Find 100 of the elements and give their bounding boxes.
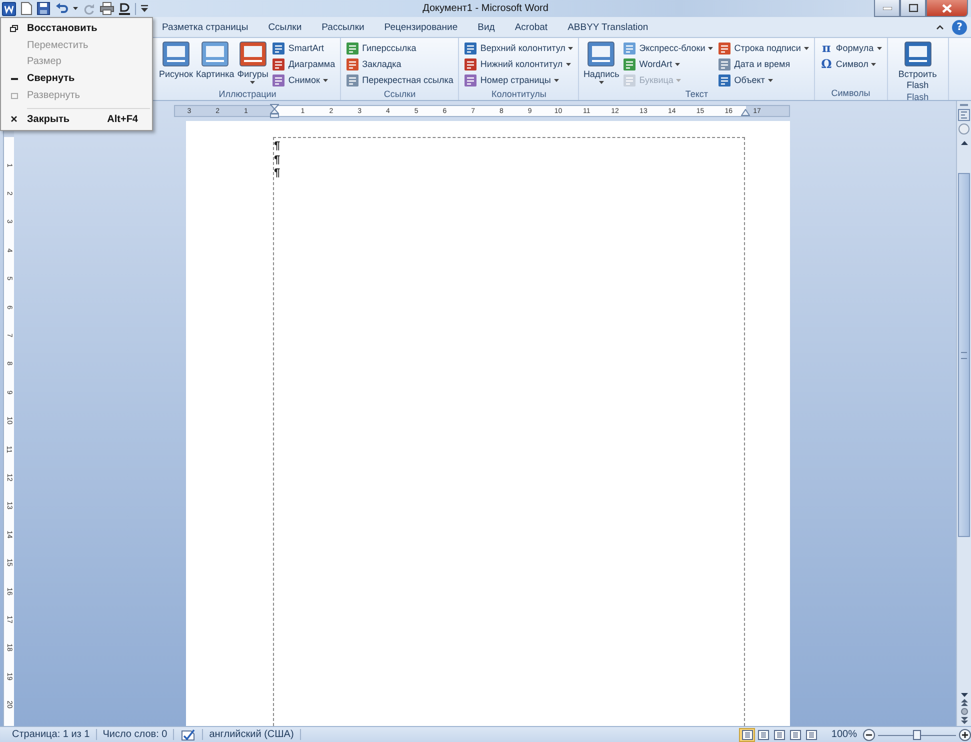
ribbon-button[interactable]: Картинка — [194, 40, 236, 80]
next-page-icon[interactable] — [960, 717, 968, 724]
help-button[interactable]: ? — [952, 20, 967, 34]
caret-icon — [876, 46, 882, 50]
ribbon-button[interactable]: Гиперссылка — [344, 40, 456, 56]
zoom-level[interactable]: 100% — [831, 729, 857, 740]
indent-marker-icon[interactable] — [741, 109, 750, 116]
caret-icon — [768, 78, 773, 82]
caret-icon — [708, 46, 714, 50]
restore-icon — [10, 24, 18, 32]
ribbon-tab[interactable]: Рецензирование — [375, 17, 467, 37]
caret-icon — [250, 81, 256, 84]
paragraph-mark: ¶ — [274, 140, 280, 154]
ribbon-button[interactable]: WordArt — [621, 56, 716, 72]
group-label: Колонтитулы — [490, 88, 548, 101]
close-icon — [942, 4, 952, 12]
menu-item[interactable]: Свернуть — [3, 70, 150, 88]
close-button[interactable] — [926, 0, 968, 17]
ribbon-button[interactable]: Снимок — [270, 72, 338, 88]
previous-page-icon[interactable] — [960, 699, 968, 706]
minimize-button[interactable] — [874, 0, 900, 17]
scroll-up-icon[interactable] — [960, 141, 968, 145]
maximize-button[interactable] — [900, 0, 926, 17]
ribbon-button[interactable]: Дата и время — [716, 56, 811, 72]
indent-marker-icon[interactable] — [270, 104, 279, 118]
ruler-toggle-icon[interactable] — [958, 109, 970, 121]
caret-icon[interactable] — [73, 7, 78, 10]
ribbon-button[interactable]: Нижний колонтитул — [462, 56, 576, 72]
ribbon-tab[interactable]: Ссылки — [259, 17, 311, 37]
ribbon-button[interactable]: Рисунок — [158, 40, 194, 80]
ribbon-button[interactable]: Диаграмма — [270, 56, 338, 72]
new-document-icon[interactable] — [21, 2, 32, 15]
proofing-icon[interactable] — [180, 728, 196, 740]
outline-icon — [790, 730, 801, 740]
print-layout-icon — [742, 730, 753, 740]
app-logo-icon[interactable] — [2, 2, 16, 16]
ribbon-tab[interactable]: Разметка страницы — [153, 17, 258, 37]
minimize-icon — [10, 78, 18, 80]
ribbon-button[interactable]: Закладка — [344, 56, 456, 72]
group-label: Текст — [684, 88, 709, 101]
language-indicator[interactable]: английский (США) — [203, 729, 300, 740]
paragraph-mark: ¶ — [274, 154, 280, 167]
scroll-down-icon[interactable] — [960, 693, 968, 697]
ribbon-tab[interactable]: ABBYY Translation — [558, 17, 658, 37]
caret-icon[interactable] — [936, 24, 944, 30]
caret-icon — [568, 46, 574, 50]
caret-icon — [554, 78, 559, 82]
group-label: Символы — [830, 87, 872, 100]
save-icon[interactable] — [37, 2, 50, 15]
page-count[interactable]: Страница: 1 из 1 — [6, 729, 96, 740]
ribbon-button[interactable]: Верхний колонтитул — [462, 40, 576, 56]
customize-toolbar-icon[interactable] — [141, 4, 148, 12]
ribbon-button[interactable]: Перекрестная ссылка — [344, 72, 456, 88]
browse-object-icon[interactable] — [960, 708, 968, 715]
ribbon-button[interactable]: Надпись — [582, 40, 620, 84]
view-button[interactable] — [771, 728, 788, 742]
group-label: Иллюстрации — [218, 88, 278, 101]
zoom-in-icon[interactable] — [959, 728, 971, 740]
draft-icon — [806, 730, 817, 740]
undo-icon[interactable] — [55, 2, 68, 14]
minimize-icon — [882, 6, 892, 10]
ribbon-button[interactable]: Экспресс-блоки — [621, 40, 716, 56]
ribbon-button[interactable]: Фигуры — [236, 40, 270, 84]
caret-icon — [322, 78, 328, 82]
zoom-out-icon[interactable] — [863, 728, 875, 740]
letter-d-icon[interactable] — [119, 2, 130, 14]
ribbon-button[interactable]: Строка подписи — [716, 40, 811, 56]
printer-icon[interactable] — [100, 2, 114, 15]
slider-thumb[interactable] — [913, 730, 921, 740]
ribbon-button[interactable]: Номер страницы — [462, 72, 576, 88]
caret-icon — [566, 62, 571, 66]
ribbon-button[interactable]: SmartArt — [270, 40, 338, 56]
ribbon-button[interactable]: π Формула — [818, 40, 884, 56]
maximize-icon — [908, 4, 918, 12]
view-button[interactable] — [787, 728, 804, 742]
maximize-icon — [10, 92, 18, 99]
caret-icon — [804, 46, 809, 50]
close-icon — [11, 116, 17, 122]
group-label: Flash — [906, 91, 930, 104]
ribbon-tab[interactable]: Acrobat — [506, 17, 557, 37]
menu-item[interactable]: Восстановить — [3, 20, 150, 37]
paragraph-mark: ¶ — [274, 167, 280, 180]
scrollbar-thumb[interactable] — [958, 173, 970, 537]
caret-icon — [598, 81, 604, 84]
caret-icon — [675, 62, 680, 66]
ribbon-tab[interactable]: Вид — [468, 17, 504, 37]
group-label: Ссылки — [382, 88, 417, 101]
view-button[interactable] — [739, 728, 756, 742]
ribbon-button[interactable]: Встроить Flash — [890, 40, 945, 91]
ribbon-button[interactable]: Объект — [716, 72, 811, 88]
view-button[interactable] — [803, 728, 820, 742]
caret-icon — [676, 78, 682, 82]
word-count[interactable]: Число слов: 0 — [96, 729, 174, 740]
view-button[interactable] — [755, 728, 772, 742]
web-layout-icon — [774, 730, 785, 740]
zoom-slider[interactable] — [878, 728, 956, 740]
ribbon-button[interactable]: Ω Символ — [818, 56, 884, 72]
caret-icon — [871, 62, 876, 66]
reading-view-icon — [758, 730, 769, 740]
ribbon-tab[interactable]: Рассылки — [312, 17, 374, 37]
